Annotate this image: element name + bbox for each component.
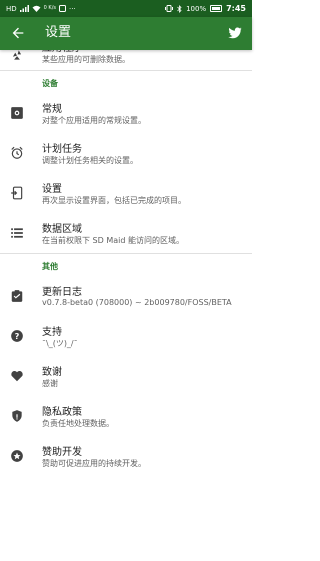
settings-item-title: 支持 (42, 327, 62, 338)
settings-item-subtitle: 感谢 (42, 379, 58, 388)
settings-item-subtitle: 再次显示设置界面，包括已完成的项目。 (42, 196, 186, 205)
settings-item-title: 数据区域 (42, 224, 82, 235)
signal-icon (19, 5, 29, 12)
settings-item-subtitle: 在当前权限下 SD Maid 能访问的区域。 (42, 236, 184, 245)
settings-item-title: 致谢 (42, 367, 62, 378)
more-icon: ··· (69, 4, 76, 13)
settings-item-data-areas[interactable]: 数据区域 在当前权限下 SD Maid 能访问的区域。 (0, 213, 252, 253)
status-bar: HD 0 K/s ··· 100% 7:45 (0, 0, 252, 17)
settings-item-subtitle: 赞助可促进应用的持续开发。 (42, 459, 146, 468)
clipboard-icon (10, 289, 24, 303)
battery-level-label: 100% (186, 4, 207, 13)
help-icon: ? (10, 329, 24, 343)
settings-item-title: 更新日志 (42, 287, 82, 298)
notification-icon (59, 5, 66, 12)
settings-item-title: 赞助开发 (42, 447, 82, 458)
section-header-device: 设备 (0, 70, 252, 93)
page-title: 设置 (45, 25, 72, 40)
net-speed-label: 0 K/s (43, 5, 56, 11)
settings-item-sponsor[interactable]: 赞助开发 赞助可促进应用的持续开发。 (0, 436, 252, 476)
heart-icon (10, 369, 24, 383)
settings-item-subtitle: 负责任地处理数据。 (42, 419, 114, 428)
battery-icon (210, 5, 223, 12)
twitter-icon[interactable] (227, 25, 243, 41)
carrier-label: HD (6, 4, 17, 13)
settings-item-title: 隐私政策 (42, 407, 82, 418)
settings-item-subtitle: v0.7.8-beta0 (708000) ~ 2b009780/FOSS/BE… (42, 298, 232, 307)
svg-text:?: ? (15, 331, 20, 341)
settings-item-support[interactable]: ? 支持 ¯\_(ツ)_/¯ (0, 316, 252, 356)
settings-list[interactable]: 应用程序 某些应用的可删除数据。 设备 常规 对整个应用适用的常规设置。 计划任… (0, 36, 252, 476)
settings-item-privacy-policy[interactable]: 隐私政策 负责任地处理数据。 (0, 396, 252, 436)
star-badge-icon (10, 449, 24, 463)
section-header-label: 其他 (42, 262, 58, 271)
shield-icon (10, 409, 24, 423)
settings-icon (10, 106, 24, 120)
alarm-icon (10, 146, 24, 160)
setup-icon (10, 186, 24, 200)
app-bar: 设置 (0, 17, 252, 50)
settings-item-changelog[interactable]: 更新日志 v0.7.8-beta0 (708000) ~ 2b009780/FO… (0, 276, 252, 316)
list-icon (10, 226, 24, 240)
settings-item-subtitle: 对整个应用适用的常规设置。 (42, 116, 146, 125)
section-header-label: 设备 (42, 79, 58, 88)
recycle-icon (10, 48, 24, 62)
settings-item-subtitle: 某些应用的可删除数据。 (42, 55, 130, 64)
settings-item-subtitle: ¯\_(ツ)_/¯ (42, 339, 78, 348)
section-header-other: 其他 (0, 253, 252, 276)
bluetooth-icon (177, 4, 182, 13)
vibrate-icon (165, 5, 174, 12)
wifi-icon (32, 5, 41, 12)
back-arrow-icon[interactable] (10, 25, 26, 41)
settings-item-setup[interactable]: 设置 再次显示设置界面，包括已完成的项目。 (0, 173, 252, 213)
settings-item-title: 常规 (42, 104, 62, 115)
settings-item-title: 设置 (42, 184, 62, 195)
settings-item-subtitle: 调整计划任务相关的设置。 (42, 156, 138, 165)
clock-label: 7:45 (226, 4, 246, 13)
settings-item-general[interactable]: 常规 对整个应用适用的常规设置。 (0, 93, 252, 133)
settings-item-title: 计划任务 (42, 144, 82, 155)
settings-item-scheduler[interactable]: 计划任务 调整计划任务相关的设置。 (0, 133, 252, 173)
settings-item-acknowledgements[interactable]: 致谢 感谢 (0, 356, 252, 396)
